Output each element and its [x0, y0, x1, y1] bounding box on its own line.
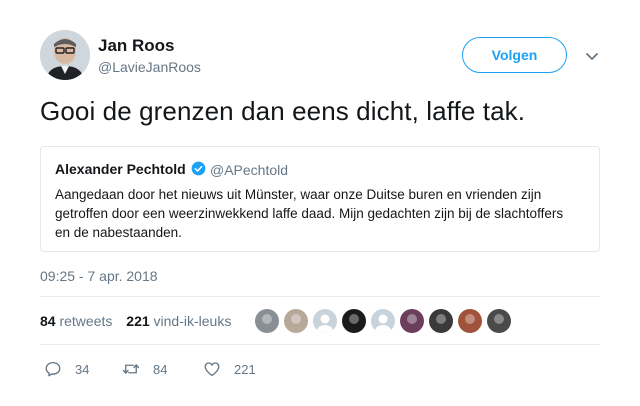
like-count: 221: [234, 361, 256, 377]
likes-count[interactable]: 221: [126, 313, 149, 329]
likes-label[interactable]: vind-ik-leuks: [154, 313, 232, 329]
reply-count: 34: [75, 361, 90, 377]
retweet-count: 84: [153, 361, 168, 377]
person-photo-avatar[interactable]: [254, 308, 280, 334]
engagement-stats: 84 retweets 221 vind-ik-leuks: [40, 313, 231, 329]
like-action[interactable]: 221: [203, 360, 256, 378]
dark-photo-avatar[interactable]: [486, 308, 512, 334]
group-photo-avatar[interactable]: [428, 308, 454, 334]
retweet-icon[interactable]: [122, 360, 140, 378]
retweets-count[interactable]: 84: [40, 313, 56, 329]
author-avatar[interactable]: [40, 30, 90, 80]
reply-action[interactable]: 34: [44, 360, 89, 378]
author-name[interactable]: Jan Roos: [98, 36, 175, 56]
person-photo-avatar[interactable]: [457, 308, 483, 334]
dog-photo-avatar[interactable]: [341, 308, 367, 334]
quoted-text-line: Aangedaan door het nieuws uit Münster, w…: [55, 187, 542, 202]
quoted-author-name: Alexander Pechtold: [55, 161, 186, 177]
retweets-label[interactable]: retweets: [59, 313, 112, 329]
tweet-timestamp[interactable]: 09:25 - 7 apr. 2018: [40, 268, 158, 284]
tweet-card: Jan Roos @LavieJanRoos Volgen Gooi de gr…: [0, 0, 640, 406]
default-avatar[interactable]: [370, 308, 396, 334]
person-photo-avatar[interactable]: [399, 308, 425, 334]
retweet-action[interactable]: 84: [122, 360, 167, 378]
chevron-down-icon[interactable]: [584, 48, 600, 64]
divider: [40, 344, 600, 345]
quoted-author-handle: @APechtold: [210, 162, 289, 178]
author-photo-icon: [40, 30, 90, 80]
heart-icon[interactable]: [203, 360, 221, 378]
verified-badge-icon: [191, 161, 206, 176]
person-photo-avatar[interactable]: [283, 308, 309, 334]
tweet-text: Gooi de grenzen dan eens dicht, laffe ta…: [40, 96, 526, 126]
quoted-text-line: en de nabestaanden.: [55, 225, 182, 240]
follow-button[interactable]: Volgen: [462, 37, 567, 73]
reply-icon[interactable]: [44, 360, 62, 378]
author-handle[interactable]: @LavieJanRoos: [98, 59, 201, 75]
quoted-tweet-text: Aangedaan door het nieuws uit Münster, w…: [55, 185, 585, 242]
quoted-text-line: getroffen door een weerzinwekkend laffe …: [55, 206, 564, 221]
default-avatar[interactable]: [312, 308, 338, 334]
quoted-tweet[interactable]: Alexander Pechtold @APechtold Aangedaan …: [40, 146, 600, 252]
divider: [40, 296, 600, 297]
